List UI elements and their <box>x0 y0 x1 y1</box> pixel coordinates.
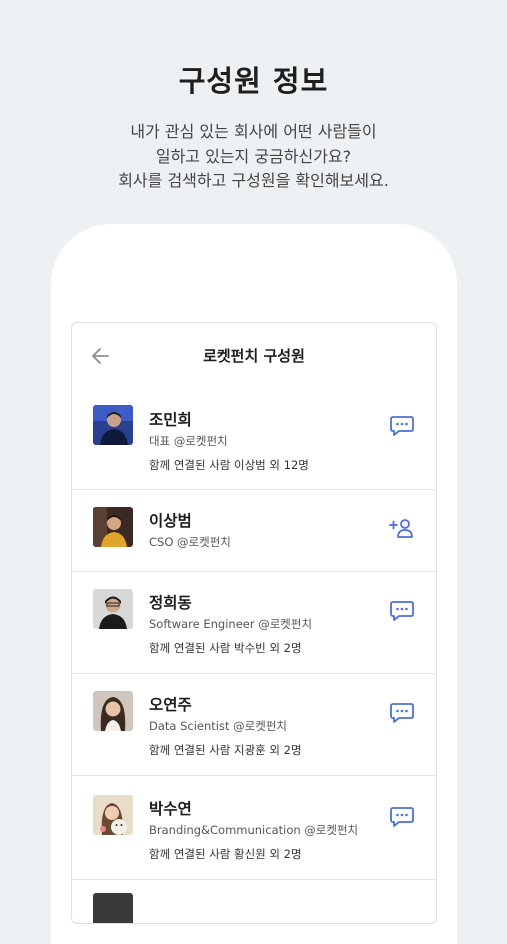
member-item[interactable]: 조민희 대표 @로켓펀치 함께 연결된 사람 이상범 외 12명 <box>72 389 436 490</box>
mutual-connections: 함께 연결된 사람 지광훈 외 2명 <box>149 743 302 757</box>
page-description: 내가 관심 있는 회사에 어떤 사람들이 일하고 있는지 궁금하신가요? 회사를… <box>0 120 507 194</box>
message-button[interactable] <box>389 415 415 437</box>
member-item[interactable]: 정희동 Software Engineer @로켓펀치 함께 연결된 사람 박수… <box>72 571 436 674</box>
avatar <box>93 893 133 923</box>
chat-icon <box>390 807 414 827</box>
description-line: 내가 관심 있는 회사에 어떤 사람들이 <box>130 122 377 141</box>
member-role: 대표 @로켓펀치 <box>149 434 228 448</box>
avatar <box>93 507 133 547</box>
description-line: 일하고 있는지 궁금하신가요? <box>155 146 352 166</box>
member-name: 조민희 <box>149 411 192 429</box>
chat-icon <box>390 416 414 436</box>
chat-icon <box>390 703 414 723</box>
add-person-icon <box>389 519 413 538</box>
nav-bar: 로켓펀치 구성원 <box>72 323 436 389</box>
member-name: 정희동 <box>149 594 192 612</box>
screen-title: 로켓펀치 구성원 <box>203 347 305 365</box>
member-name: 박수연 <box>149 800 192 818</box>
message-button[interactable] <box>389 600 415 622</box>
member-role: Branding&Communication @로켓펀치 <box>149 823 359 837</box>
member-name: 이상범 <box>149 512 192 530</box>
member-role: Software Engineer @로켓펀치 <box>149 617 313 631</box>
mutual-connections: 함께 연결된 사람 이상범 외 12명 <box>149 458 309 472</box>
avatar <box>93 405 133 445</box>
avatar <box>93 691 133 731</box>
avatar <box>93 589 133 629</box>
add-connection-button[interactable] <box>389 517 415 539</box>
avatar <box>93 795 133 835</box>
page-title: 구성원 정보 <box>178 64 329 98</box>
member-role: Data Scientist @로켓펀치 <box>149 719 287 733</box>
member-item[interactable]: 박수연 Branding&Communication @로켓펀치 함께 연결된 … <box>72 775 436 880</box>
members-screen: 로켓펀치 구성원 조민희 대표 @로켓펀치 함께 연결된 사람 이상범 외 12… <box>71 322 437 924</box>
message-button[interactable] <box>389 702 415 724</box>
description-line: 회사를 검색하고 구성원을 확인해보세요. <box>118 171 389 190</box>
member-name: 오연주 <box>149 696 192 714</box>
member-item[interactable]: 오연주 Data Scientist @로켓펀치 함께 연결된 사람 지광훈 외… <box>72 673 436 776</box>
mutual-connections: 함께 연결된 사람 황신원 외 2명 <box>149 847 302 861</box>
message-button[interactable] <box>389 806 415 828</box>
member-item[interactable]: 이상범 CSO @로켓펀치 <box>72 489 436 572</box>
member-role: CSO @로켓펀치 <box>149 535 231 549</box>
mutual-connections: 함께 연결된 사람 박수빈 외 2명 <box>149 641 302 655</box>
chat-icon <box>390 601 414 621</box>
